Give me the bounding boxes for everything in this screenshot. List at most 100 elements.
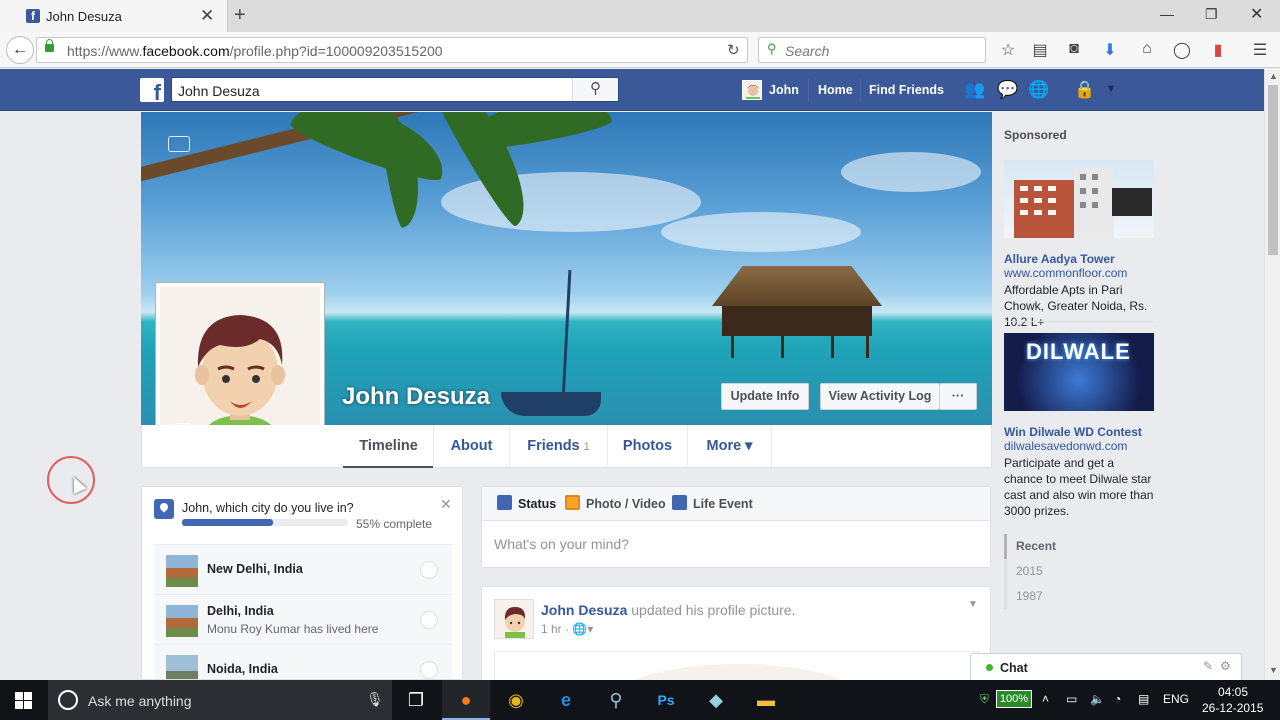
chrome-icon[interactable]: ◉ — [492, 680, 540, 720]
privacy-lock-icon[interactable]: 🔒 — [1074, 80, 1096, 100]
list-item[interactable]: Delhi, India Monu Roy Kumar has lived he… — [154, 594, 452, 644]
divider — [1004, 321, 1154, 322]
chat-bar[interactable]: Chat ✎ ⚙ — [970, 653, 1242, 680]
scroll-down-icon[interactable]: ▼ — [1269, 665, 1278, 675]
view-activity-log-button[interactable]: View Activity Log — [820, 383, 940, 410]
ad-title[interactable]: Win Dilwale WD Contest — [1004, 425, 1142, 439]
gear-icon[interactable]: ⚙ — [1220, 659, 1231, 673]
nav-find-friends-link[interactable]: Find Friends — [869, 83, 944, 97]
back-button[interactable]: ← — [6, 36, 34, 64]
address-bar[interactable]: https://www.facebook.com/profile.php?id=… — [36, 37, 748, 63]
update-info-button[interactable]: Update Info — [721, 383, 809, 410]
search-icon[interactable]: ⚲ — [572, 78, 618, 101]
language-indicator[interactable]: ENG — [1163, 692, 1189, 706]
edge-icon[interactable]: e — [542, 680, 590, 720]
search-app-icon[interactable]: ⚲ — [592, 680, 640, 720]
reload-icon[interactable]: ↻ — [727, 41, 740, 59]
microphone-icon[interactable]: 🎙 — [366, 691, 384, 708]
city-radio[interactable] — [420, 561, 438, 579]
clock-date[interactable]: 26-12-2015 — [1202, 701, 1263, 715]
account-menu-chevron-icon[interactable]: ▼ — [1100, 83, 1122, 103]
fb-search-input[interactable]: John Desuza ⚲ — [171, 77, 619, 102]
clock-time[interactable]: 04:05 — [1218, 685, 1248, 699]
compose-icon[interactable]: ✎ — [1203, 659, 1213, 673]
close-tab-icon[interactable]: ✕ — [200, 6, 214, 26]
file-explorer-icon[interactable]: ▬ — [742, 680, 790, 720]
composer-input[interactable]: What's on your mind? — [494, 536, 629, 552]
nav-home-link[interactable]: Home — [818, 83, 853, 97]
audience-globe-icon[interactable]: 🌐▾ — [572, 622, 593, 636]
ad-image[interactable] — [1004, 160, 1154, 238]
page-scrollbar[interactable]: ▲ ▼ — [1264, 69, 1280, 680]
scroll-up-icon[interactable]: ▲ — [1269, 71, 1278, 81]
list-item[interactable]: Noida, India — [154, 644, 452, 679]
ad-url[interactable]: www.commonfloor.com — [1004, 266, 1127, 280]
close-icon[interactable]: ✕ — [440, 496, 452, 513]
restore-icon[interactable]: ❐ — [1205, 6, 1218, 23]
city-radio[interactable] — [420, 661, 438, 679]
ad-image[interactable]: DILWALE — [1004, 333, 1154, 411]
url-text[interactable]: https://www.facebook.com/profile.php?id=… — [67, 43, 443, 59]
photoshop-icon[interactable]: Ps — [642, 680, 690, 720]
profile-name[interactable]: John Desuza — [342, 383, 490, 411]
bookmark-star-icon[interactable]: ☆ — [998, 40, 1018, 60]
year-1987[interactable]: 1987 — [1007, 584, 1084, 609]
post-author[interactable]: John Desuza — [541, 602, 627, 618]
facebook-favicon-icon: f — [26, 9, 40, 23]
pocket-icon[interactable]: ◙ — [1064, 40, 1084, 58]
post-time[interactable]: 1 hr · 🌐▾ — [541, 622, 593, 636]
windows-start-icon[interactable] — [15, 692, 32, 709]
notifications-icon[interactable]: ▤ — [1138, 692, 1149, 706]
browser-tab[interactable]: f John Desuza ✕ — [0, 0, 228, 32]
more-options-button[interactable]: ··· — [939, 383, 977, 410]
composer-tab-status[interactable]: Status — [518, 497, 556, 511]
battery-icon[interactable]: ▭ — [1066, 692, 1077, 706]
ad-title[interactable]: Allure Aadya Tower — [1004, 252, 1115, 266]
facebook-logo-icon[interactable]: f — [140, 78, 164, 102]
volume-icon[interactable]: 🔈 — [1090, 692, 1105, 706]
user-avatar[interactable] — [742, 80, 762, 100]
avatar[interactable] — [494, 599, 534, 639]
notifications-globe-icon[interactable]: 🌐 — [1028, 80, 1050, 100]
browser-search-input[interactable]: ⚲ Search — [758, 37, 986, 63]
list-item[interactable]: New Delhi, India — [154, 544, 452, 594]
cortana-search-input[interactable]: Ask me anything 🎙 — [48, 680, 392, 720]
scroll-thumb[interactable] — [1268, 85, 1278, 255]
tab-about[interactable]: About — [434, 425, 510, 467]
tab-photos[interactable]: Photos — [608, 425, 688, 467]
wifi-icon[interactable]: ◔ — [1114, 692, 1121, 706]
minimize-icon[interactable]: — — [1160, 6, 1174, 22]
camera-icon[interactable] — [168, 136, 190, 152]
battery-indicator[interactable]: 100% — [996, 690, 1032, 708]
city-radio[interactable] — [420, 611, 438, 629]
extension-icon[interactable]: ▮ — [1208, 40, 1228, 60]
nav-profile-link[interactable]: John — [769, 83, 799, 97]
ad-url[interactable]: dilwalesavedonwd.com — [1004, 439, 1127, 453]
composer-tab-photo-video[interactable]: Photo / Video — [586, 497, 666, 511]
menu-icon[interactable]: ☰ — [1250, 40, 1270, 60]
home-icon[interactable]: ⌂ — [1137, 40, 1157, 58]
tray-chevron-icon[interactable]: ˄ — [1042, 692, 1049, 706]
post-options-chevron-icon[interactable]: ▼ — [968, 599, 978, 610]
notes-app-icon[interactable]: ◆ — [692, 680, 740, 720]
year-recent[interactable]: Recent — [1004, 534, 1084, 559]
close-window-icon[interactable]: ✕ — [1250, 4, 1263, 24]
search-placeholder: Search — [785, 43, 830, 59]
status-composer: Status Photo / Video Life Event What's o… — [481, 486, 991, 568]
shield-icon[interactable]: ⛨ — [980, 692, 989, 707]
year-2015[interactable]: 2015 — [1007, 559, 1084, 584]
task-view-icon[interactable]: ❐ — [392, 680, 440, 720]
windows-taskbar: Ask me anything 🎙 ❐ ● ◉ e ⚲ Ps ◆ ▬ ⛨ 100… — [0, 680, 1280, 720]
chat-bubble-icon[interactable]: ◯ — [1172, 40, 1192, 60]
composer-tab-life-event[interactable]: Life Event — [693, 497, 753, 511]
firefox-icon[interactable]: ● — [442, 680, 490, 720]
downloads-icon[interactable]: ⬇ — [1100, 40, 1120, 60]
new-tab-icon[interactable]: + — [234, 4, 246, 27]
tab-more[interactable]: More ▾ — [688, 425, 772, 467]
messages-icon[interactable]: 💬 — [997, 80, 1019, 100]
friend-requests-icon[interactable]: 👥 — [964, 80, 986, 100]
tab-timeline[interactable]: Timeline — [344, 425, 434, 467]
facebook-header: f John Desuza ⚲ John Home Find Friends 👥… — [0, 69, 1264, 111]
tab-friends[interactable]: Friends 1 — [510, 425, 608, 467]
reading-list-icon[interactable]: ▤ — [1030, 40, 1050, 60]
